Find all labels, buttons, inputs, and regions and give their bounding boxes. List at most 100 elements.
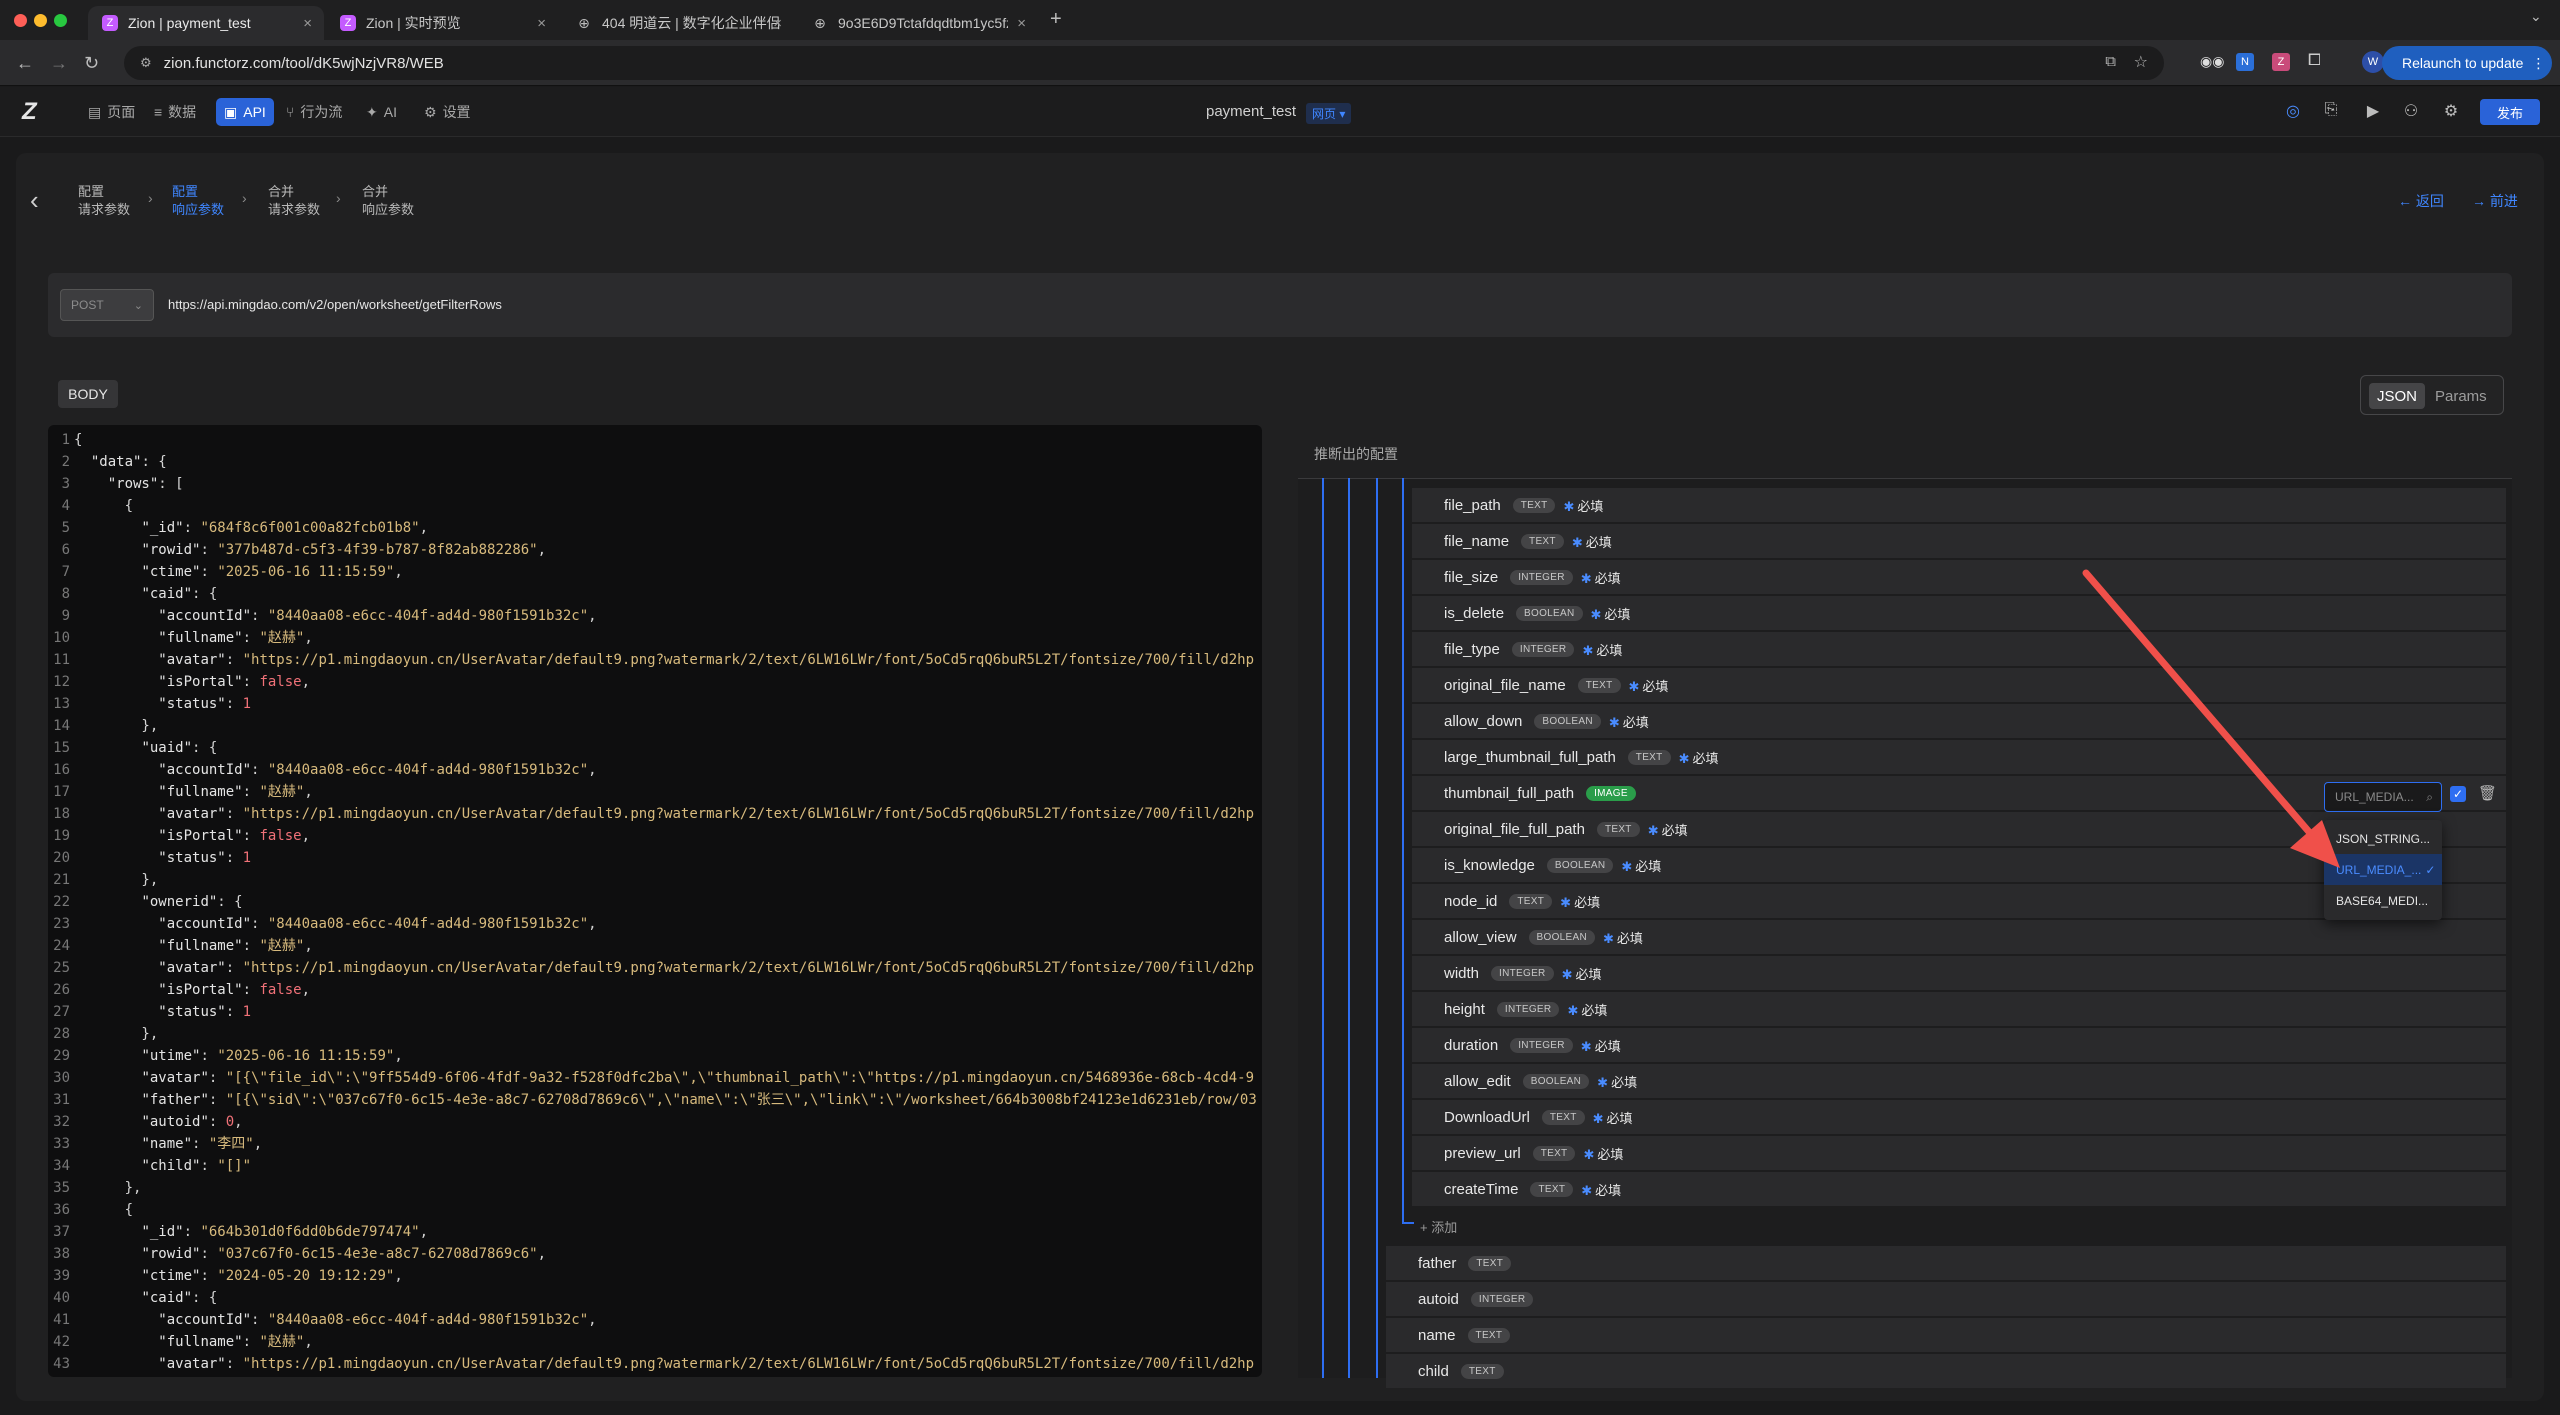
reload-icon[interactable]: ↻ bbox=[84, 53, 99, 74]
field-type-badge[interactable]: BOOLEAN bbox=[1534, 713, 1601, 729]
field-row[interactable]: allow_down BOOLEAN ✱ 必填 bbox=[1412, 704, 2506, 738]
field-type-badge[interactable]: TEXT bbox=[1460, 1363, 1504, 1379]
field-type-badge[interactable]: INTEGER bbox=[1496, 1001, 1560, 1017]
required-checkbox[interactable]: ✓ bbox=[2450, 786, 2466, 802]
back-link[interactable]: ← 返回 bbox=[2398, 191, 2444, 211]
field-type-badge[interactable]: BOOLEAN bbox=[1546, 857, 1614, 873]
step-config-response[interactable]: 配置 响应参数 bbox=[172, 183, 224, 219]
format-option-base64-media[interactable]: BASE64_MEDI... bbox=[2324, 885, 2442, 916]
trash-icon[interactable]: 🗑 bbox=[2478, 784, 2497, 802]
field-type-badge[interactable]: INTEGER bbox=[1510, 1037, 1573, 1053]
browser-tab-4[interactable]: ⊕ 9o3E6D9Tctafdqdtbm1yc5fz × bbox=[798, 6, 1038, 40]
nav-api[interactable]: ▣ API bbox=[216, 98, 274, 126]
field-type-badge[interactable]: TEXT bbox=[1467, 1327, 1511, 1343]
address-bar[interactable]: ⚙ zion.functorz.com/tool/dK5wjNzjVR8/WEB… bbox=[124, 46, 2164, 80]
close-tab-icon[interactable]: × bbox=[1017, 15, 1026, 32]
account-settings-icon[interactable]: ⚙ bbox=[2440, 101, 2462, 123]
field-row[interactable]: DownloadUrl TEXT ✱ 必填 bbox=[1412, 1100, 2506, 1134]
add-field-link[interactable]: + 添加 bbox=[1420, 1217, 1457, 1236]
field-type-badge[interactable]: INTEGER bbox=[1511, 641, 1575, 657]
format-option-url-media[interactable]: URL_MEDIA_... ✓ bbox=[2324, 854, 2442, 885]
back-icon[interactable]: ← bbox=[16, 53, 34, 74]
browser-tab-1[interactable]: Z Zion | payment_test × bbox=[88, 6, 324, 40]
field-row[interactable]: height INTEGER ✱ 必填 bbox=[1412, 992, 2506, 1026]
field-type-badge[interactable]: TEXT bbox=[1468, 1255, 1512, 1271]
request-url[interactable]: https://api.mingdao.com/v2/open/workshee… bbox=[168, 297, 502, 312]
extensions-puzzle-icon[interactable]: ⧠ bbox=[2308, 52, 2321, 70]
field-type-badge[interactable]: INTEGER bbox=[1470, 1291, 1534, 1307]
body-tab[interactable]: BODY bbox=[58, 380, 118, 408]
relaunch-to-update-button[interactable]: Relaunch to update ⋮ bbox=[2382, 46, 2552, 80]
field-row[interactable]: preview_url TEXT ✱ 必填 bbox=[1412, 1136, 2506, 1170]
forward-link[interactable]: → 前进 bbox=[2472, 191, 2518, 211]
browser-tab-3[interactable]: ⊕ 404 明道云 | 数字化企业伴侣 × bbox=[562, 6, 794, 40]
field-type-badge[interactable]: TEXT bbox=[1577, 677, 1621, 693]
params-view-button[interactable]: Params bbox=[2427, 383, 2495, 409]
clipboard-icon[interactable]: ⎘ bbox=[2320, 101, 2342, 123]
field-type-badge[interactable]: TEXT bbox=[1509, 893, 1553, 909]
json-code-editor[interactable]: 1{2 "data": {3 "rows": [4 {5 "_id": "684… bbox=[48, 425, 1262, 1377]
field-type-badge[interactable]: TEXT bbox=[1541, 1109, 1585, 1125]
format-select-input[interactable]: URL_MEDIA... ⌕ bbox=[2324, 782, 2442, 812]
extension-z-icon[interactable]: Z bbox=[2272, 53, 2290, 71]
forward-icon[interactable]: → bbox=[50, 53, 68, 74]
new-tab-icon[interactable]: + bbox=[1050, 8, 1062, 31]
bookmark-star-icon[interactable]: ☆ bbox=[2134, 52, 2148, 72]
http-method-select[interactable]: POST ⌄ bbox=[60, 289, 154, 321]
profile-avatar[interactable]: W bbox=[2362, 51, 2384, 73]
nav-data[interactable]: ≡ 数据 bbox=[146, 98, 204, 126]
publish-button[interactable]: 发布 bbox=[2480, 99, 2540, 125]
json-view-button[interactable]: JSON bbox=[2369, 383, 2426, 409]
field-row[interactable]: name TEXT bbox=[1386, 1318, 2506, 1352]
field-row[interactable]: child TEXT bbox=[1386, 1354, 2506, 1388]
preview-play-icon[interactable]: ▶ bbox=[2362, 101, 2384, 123]
field-type-badge[interactable]: INTEGER bbox=[1510, 569, 1573, 585]
nav-settings[interactable]: ⚙ 设置 bbox=[416, 98, 479, 126]
field-row[interactable]: file_name TEXT ✱ 必填 bbox=[1412, 524, 2506, 558]
field-row[interactable]: file_type INTEGER ✱ 必填 bbox=[1412, 632, 2506, 666]
step-config-request[interactable]: 配置 请求参数 bbox=[78, 183, 130, 219]
zoom-window-button[interactable] bbox=[54, 14, 67, 27]
site-info-icon[interactable]: ⚙ bbox=[140, 55, 152, 71]
field-type-badge[interactable]: TEXT bbox=[1521, 533, 1564, 549]
field-row[interactable]: width INTEGER ✱ 必填 bbox=[1412, 956, 2506, 990]
field-row[interactable]: father TEXT bbox=[1386, 1246, 2506, 1280]
collaborators-icon[interactable]: ⚇ bbox=[2400, 101, 2422, 123]
field-type-badge[interactable]: IMAGE bbox=[1586, 785, 1636, 801]
field-row[interactable]: file_path TEXT ✱ 必填 bbox=[1412, 488, 2506, 522]
field-row[interactable]: large_thumbnail_full_path TEXT ✱ 必填 bbox=[1412, 740, 2506, 774]
field-type-badge[interactable]: INTEGER bbox=[1491, 965, 1554, 981]
project-type-selector[interactable]: 网页 ▾ bbox=[1306, 103, 1352, 124]
format-option-json-string[interactable]: JSON_STRING... bbox=[2324, 823, 2442, 854]
extension-notion-icon[interactable]: N bbox=[2236, 53, 2254, 71]
close-tab-icon[interactable]: × bbox=[303, 15, 312, 32]
field-type-badge[interactable]: TEXT bbox=[1530, 1181, 1574, 1197]
field-type-badge[interactable]: TEXT bbox=[1627, 749, 1671, 765]
extension-glasses-icon[interactable]: ◉◉ bbox=[2200, 53, 2224, 70]
field-type-badge[interactable]: BOOLEAN bbox=[1522, 1073, 1590, 1089]
field-type-badge[interactable]: BOOLEAN bbox=[1516, 605, 1583, 621]
field-row[interactable]: createTime TEXT ✱ 必填 bbox=[1412, 1172, 2506, 1206]
zion-logo-icon[interactable]: Z bbox=[22, 98, 48, 125]
step-merge-request[interactable]: 合并 请求参数 bbox=[268, 183, 320, 219]
chevron-left-icon[interactable]: ‹ bbox=[30, 185, 39, 216]
nav-pages[interactable]: ▤ 页面 bbox=[80, 98, 143, 126]
field-type-badge[interactable]: TEXT bbox=[1532, 1145, 1576, 1161]
close-tab-icon[interactable]: × bbox=[773, 15, 782, 32]
browser-tab-2[interactable]: Z Zion | 实时预览 × bbox=[326, 6, 558, 40]
assistant-icon[interactable]: ◎ bbox=[2282, 101, 2304, 123]
field-row[interactable]: is_delete BOOLEAN ✱ 必填 bbox=[1412, 596, 2506, 630]
minimize-window-button[interactable] bbox=[34, 14, 47, 27]
close-tab-icon[interactable]: × bbox=[537, 15, 546, 32]
field-type-badge[interactable]: TEXT bbox=[1512, 497, 1556, 513]
field-type-badge[interactable]: BOOLEAN bbox=[1528, 929, 1595, 945]
field-row[interactable]: autoid INTEGER bbox=[1386, 1282, 2506, 1316]
close-window-button[interactable] bbox=[14, 14, 27, 27]
field-row[interactable]: original_file_name TEXT ✱ 必填 bbox=[1412, 668, 2506, 702]
field-row[interactable]: allow_edit BOOLEAN ✱ 必填 bbox=[1412, 1064, 2506, 1098]
field-row[interactable]: allow_view BOOLEAN ✱ 必填 bbox=[1412, 920, 2506, 954]
nav-ai[interactable]: ✦ AI bbox=[358, 98, 405, 126]
field-row[interactable]: duration INTEGER ✱ 必填 bbox=[1412, 1028, 2506, 1062]
install-app-icon[interactable]: ⧉ bbox=[2105, 53, 2116, 70]
tab-search-icon[interactable]: ⌄ bbox=[2530, 8, 2542, 25]
